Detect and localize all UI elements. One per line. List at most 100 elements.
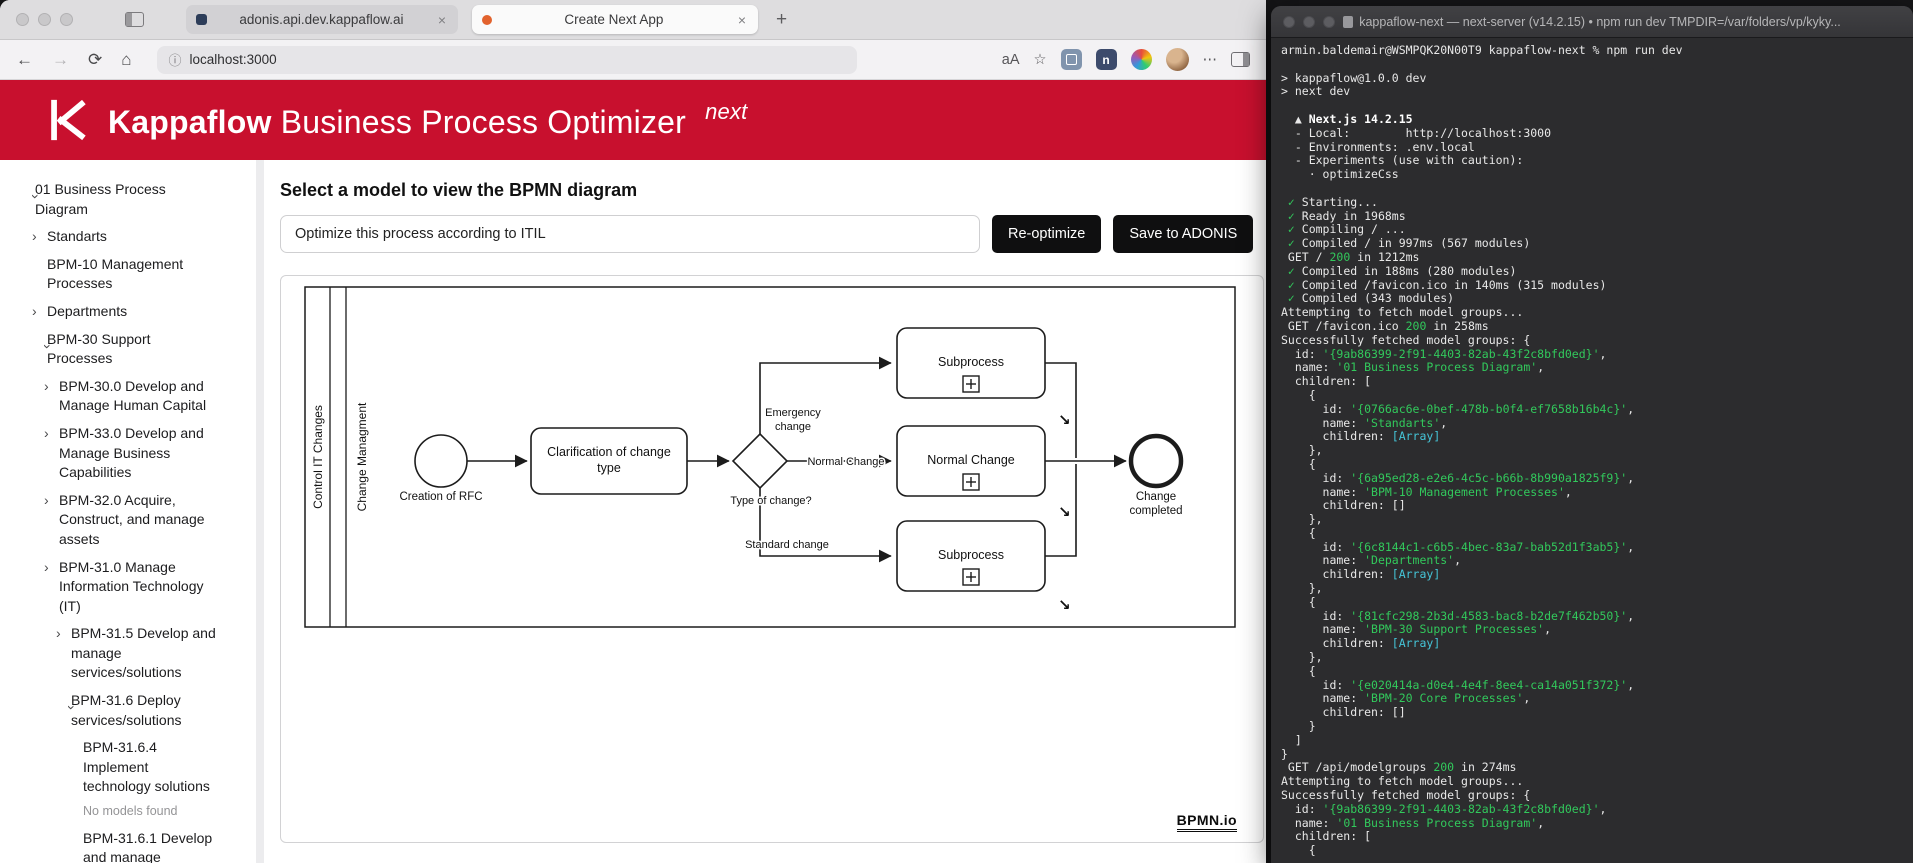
terminal-line: > next dev [1281, 84, 1351, 99]
terminal-line: }, [1281, 581, 1323, 596]
sidebar-item[interactable]: › BPM-30.0 Develop and Manage Human Capit… [0, 377, 256, 416]
minimize-window-button[interactable] [1303, 15, 1315, 28]
chevron-right-icon[interactable]: › [32, 227, 47, 247]
terminal-titlebar[interactable]: kappaflow-next — next-server (v14.2.15) … [1271, 6, 1913, 38]
minimize-window-button[interactable] [38, 13, 51, 26]
new-tab-button[interactable]: + [776, 9, 787, 31]
screen: adonis.api.dev.kappaflow.ai × Create Nex… [0, 0, 1913, 863]
terminal-line: Successfully fetched model groups: { [1281, 332, 1531, 347]
zoom-window-button[interactable] [1323, 15, 1335, 28]
chevron-right-icon[interactable]: › [44, 558, 59, 617]
end-event-label: Change [1136, 491, 1176, 503]
terminal-output[interactable]: armin.baldemair@WSMPQK20N00T9 kappaflow-… [1271, 38, 1913, 863]
sidebar-item[interactable]: › BPM-31.0 Manage Information Technology … [0, 558, 256, 617]
terminal-line: · optimizeCss [1281, 167, 1399, 182]
end-event[interactable] [1128, 433, 1184, 489]
terminal-line: name: '01 Business Process Diagram', [1281, 815, 1545, 830]
forward-icon[interactable]: → [52, 50, 69, 70]
gateway-label: Type of change? [730, 495, 811, 507]
sidebar-toggle-icon[interactable] [125, 12, 144, 27]
reader-icon[interactable]: aA [1002, 52, 1020, 68]
terminal-line: name: 'BPM-20 Core Processes', [1281, 691, 1531, 706]
sidebar-item-label: BPM-31.5 Develop and manage services/sol… [71, 625, 216, 681]
terminal-line: children: [Array] [1281, 567, 1441, 582]
reload-icon[interactable]: ⟳ [88, 50, 102, 70]
chevron-down-icon[interactable]: › [18, 344, 57, 359]
terminal-line: ✓ Compiled / in 997ms (567 modules) [1281, 236, 1531, 251]
close-tab-icon[interactable]: × [736, 12, 748, 28]
sidebar-item[interactable]: › Standarts [0, 227, 256, 247]
sidebar-item[interactable]: › BPM-30 Support Processes [0, 330, 256, 369]
tab-label: Create Next App [564, 12, 664, 27]
sidebar-item[interactable]: › BPM-31.6 Deploy services/solutions [0, 691, 256, 730]
sidebar-item[interactable]: › 01 Business Process Diagram [0, 180, 256, 219]
terminal-line: GET /favicon.ico 200 in 258ms [1281, 318, 1489, 333]
terminal-line: GET /api/modelgroups 200 in 274ms [1281, 760, 1517, 775]
normal-flow-label: Normal Change [807, 456, 884, 468]
prompt-row: Re-optimize Save to ADONIS [280, 215, 1266, 253]
sidebar-item[interactable]: › Departments [0, 302, 256, 322]
sidebar-item[interactable]: › BPM-31.5 Develop and manage services/so… [0, 624, 256, 683]
tab-create-next-app[interactable]: Create Next App × [472, 5, 758, 34]
profile-avatar[interactable] [1165, 48, 1189, 71]
address-bar[interactable]: ⓘ localhost:3000 [156, 45, 857, 74]
terminal-line: GET / 200 in 1212ms [1281, 249, 1420, 264]
sidebar-item[interactable]: BPM-31.6.4 Implement technology solution… [0, 738, 256, 797]
chevron-right-icon[interactable]: › [44, 424, 59, 483]
close-window-button[interactable] [1283, 15, 1295, 28]
reoptimize-button[interactable]: Re-optimize [992, 215, 1102, 253]
bpmn-diagram[interactable]: Control IT Changes Change Managment Crea… [281, 276, 1262, 841]
sidebar-item[interactable]: BPM-10 Management Processes [0, 255, 256, 294]
back-icon[interactable]: ← [16, 50, 33, 70]
start-event[interactable] [414, 434, 468, 488]
app-title: Kappaflow Business Process Optimizer nex… [108, 99, 748, 141]
optimize-prompt-input[interactable] [280, 215, 980, 253]
terminal-line: children: [ [1281, 374, 1372, 389]
terminal-line: Attempting to fetch model groups... [1281, 774, 1524, 789]
terminal-line: { [1281, 594, 1316, 609]
color-wheel-extension-icon[interactable] [1130, 49, 1152, 70]
bookmark-star-icon[interactable]: ☆ [1034, 52, 1047, 68]
sidebar-scrollbar[interactable] [256, 160, 264, 863]
chevron-right-icon[interactable]: › [32, 302, 47, 322]
chevron-right-icon[interactable]: › [56, 624, 71, 683]
page-content: › 01 Business Process Diagram › Standarts BP… [0, 160, 1266, 863]
bpmn-io-watermark[interactable]: BPMN.io [1176, 812, 1237, 832]
terminal-window: kappaflow-next — next-server (v14.2.15) … [1271, 6, 1913, 863]
chevron-right-icon[interactable]: › [44, 491, 59, 550]
sidebar-item[interactable]: BPM-31.6.1 Develop and manage service/so… [0, 829, 256, 863]
save-to-adonis-button[interactable]: Save to ADONIS [1113, 215, 1254, 253]
gateway-type-of-change[interactable] [731, 432, 789, 490]
more-menu-icon[interactable]: ⋯ [1203, 52, 1218, 68]
chevron-down-icon[interactable]: › [42, 705, 81, 720]
terminal-line: id: '{6c8144c1-c6b5-4bec-83a7-bab52d1f3a… [1281, 539, 1635, 554]
terminal-line: Successfully fetched model groups: { [1281, 788, 1531, 803]
terminal-window-controls [1271, 15, 1335, 28]
terminal-line: id: '{e020414a-d0e4-4e4f-8ee4-ca14a051f3… [1281, 677, 1635, 692]
tab-bar: adonis.api.dev.kappaflow.ai × Create Nex… [0, 0, 1266, 40]
sidebar-item[interactable]: › BPM-33.0 Develop and Manage Business Ca… [0, 424, 256, 483]
terminal-line: { [1281, 387, 1316, 402]
close-window-button[interactable] [16, 13, 29, 26]
zoom-window-button[interactable] [60, 13, 73, 26]
tab-adonis[interactable]: adonis.api.dev.kappaflow.ai × [186, 5, 458, 34]
page-title: Select a model to view the BPMN diagram [280, 180, 638, 200]
site-info-icon[interactable]: ⓘ [169, 50, 182, 69]
close-tab-icon[interactable]: × [436, 12, 448, 28]
bpmn-canvas-card: Control IT Changes Change Managment Crea… [280, 275, 1264, 843]
app-subtitle: Business Process Optimizer [280, 104, 687, 140]
terminal-line: children: [ [1281, 829, 1372, 844]
terminal-title: kappaflow-next — next-server (v14.2.15) … [1271, 15, 1913, 29]
window-controls [0, 13, 73, 26]
terminal-line: } [1281, 746, 1288, 761]
terminal-line: - Environments: .env.local [1281, 139, 1475, 154]
chevron-right-icon[interactable]: › [44, 377, 59, 416]
extension-n-icon[interactable]: n [1095, 49, 1117, 70]
home-icon[interactable]: ⌂ [121, 50, 131, 70]
chevron-down-icon[interactable]: › [6, 194, 45, 209]
side-panel-icon[interactable] [1231, 52, 1250, 67]
extension-icon[interactable] [1060, 49, 1082, 70]
sidebar-item[interactable]: › BPM-32.0 Acquire, Construct, and manage… [0, 491, 256, 550]
